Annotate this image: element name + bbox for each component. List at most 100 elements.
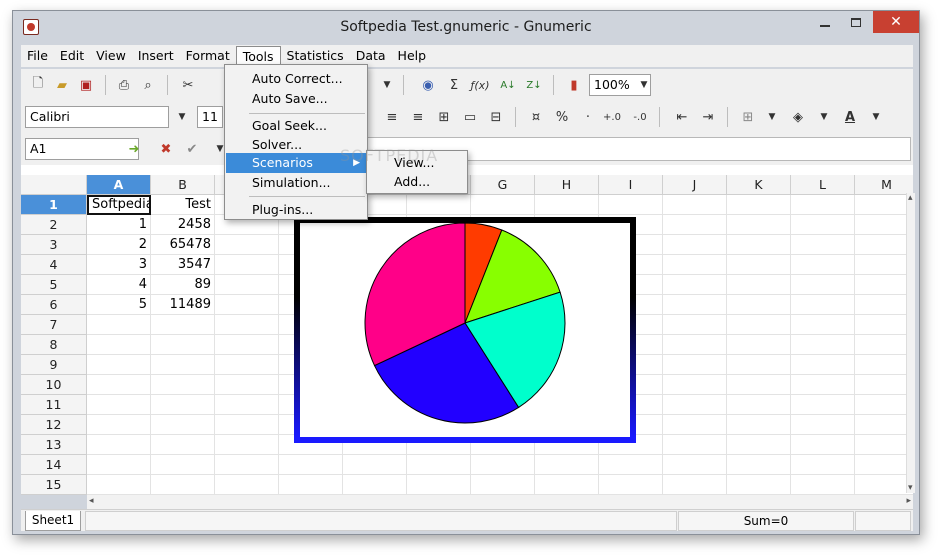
cell-a3[interactable]: 2 (87, 235, 151, 255)
cell-l2[interactable] (791, 215, 855, 235)
cell-c13[interactable] (215, 435, 279, 455)
cell-b4[interactable]: 3547 (151, 255, 215, 275)
cell-b11[interactable] (151, 395, 215, 415)
cell-k5[interactable] (727, 275, 791, 295)
cell-l7[interactable] (791, 315, 855, 335)
sort-ascending-icon[interactable]: A↓ (499, 76, 517, 94)
cell-l11[interactable] (791, 395, 855, 415)
cell-b12[interactable] (151, 415, 215, 435)
cell-c8[interactable] (215, 335, 279, 355)
cell-d14[interactable] (279, 455, 343, 475)
cell-j7[interactable] (663, 315, 727, 335)
cell-m2[interactable] (855, 215, 913, 235)
row-header-15[interactable]: 15 (21, 475, 87, 495)
font-color-dropdown-icon[interactable]: ▼ (867, 108, 885, 126)
row-header-11[interactable]: 11 (21, 395, 87, 415)
cell-f14[interactable] (407, 455, 471, 475)
cell-b1[interactable]: Test (151, 195, 215, 215)
cell-d15[interactable] (279, 475, 343, 495)
increase-indent-icon[interactable]: ⇥ (699, 108, 717, 126)
column-header-h[interactable]: H (535, 175, 599, 195)
cell-c3[interactable] (215, 235, 279, 255)
cancel-edit-icon[interactable]: ✖ (157, 140, 175, 158)
cell-f15[interactable] (407, 475, 471, 495)
align-left-icon[interactable]: ≡ (383, 108, 401, 126)
cell-l14[interactable] (791, 455, 855, 475)
spreadsheet-grid[interactable]: ABCDEFGHIJKLM 1SoftpediaTest212458326547… (21, 165, 913, 495)
cell-a1[interactable]: Softpedia (87, 195, 151, 215)
cell-j6[interactable] (663, 295, 727, 315)
cell-j10[interactable] (663, 375, 727, 395)
function-icon[interactable]: ƒ(x) (471, 76, 490, 94)
cell-g15[interactable] (471, 475, 535, 495)
insert-object-icon[interactable]: ◉ (419, 76, 437, 94)
currency-icon[interactable]: ¤ (527, 108, 545, 126)
cell-l4[interactable] (791, 255, 855, 275)
cell-m10[interactable] (855, 375, 913, 395)
cell-k11[interactable] (727, 395, 791, 415)
borders-icon[interactable]: ⊞ (739, 108, 757, 126)
cell-c5[interactable] (215, 275, 279, 295)
cell-j11[interactable] (663, 395, 727, 415)
sort-descending-icon[interactable]: Z↓ (525, 76, 543, 94)
close-button[interactable]: ✕ (873, 11, 919, 33)
cell-m6[interactable] (855, 295, 913, 315)
cell-m3[interactable] (855, 235, 913, 255)
cell-l8[interactable] (791, 335, 855, 355)
cell-c10[interactable] (215, 375, 279, 395)
cell-k15[interactable] (727, 475, 791, 495)
cell-e14[interactable] (343, 455, 407, 475)
column-header-a[interactable]: A (87, 175, 151, 195)
cell-m5[interactable] (855, 275, 913, 295)
accept-edit-icon[interactable]: ✔ (183, 140, 201, 158)
cell-b15[interactable] (151, 475, 215, 495)
center-across-icon[interactable]: ▭ (461, 108, 479, 126)
thousands-separator-icon[interactable]: · (579, 108, 597, 126)
print-preview-icon[interactable]: ⌕ (139, 76, 157, 94)
cell-a2[interactable]: 1 (87, 215, 151, 235)
cell-k12[interactable] (727, 415, 791, 435)
cell-j13[interactable] (663, 435, 727, 455)
cell-j15[interactable] (663, 475, 727, 495)
font-name-dropdown-icon[interactable]: ▼ (173, 108, 191, 126)
row-header-13[interactable]: 13 (21, 435, 87, 455)
cell-l6[interactable] (791, 295, 855, 315)
sum-icon[interactable]: Σ (445, 76, 463, 94)
chart-icon[interactable]: ▮ (565, 76, 583, 94)
cell-m9[interactable] (855, 355, 913, 375)
save-icon[interactable]: ▣ (77, 76, 95, 94)
cell-b10[interactable] (151, 375, 215, 395)
cell-l10[interactable] (791, 375, 855, 395)
cell-k6[interactable] (727, 295, 791, 315)
row-header-12[interactable]: 12 (21, 415, 87, 435)
menu-statistics[interactable]: Statistics (281, 46, 350, 66)
scroll-down-icon[interactable]: ▾ (908, 483, 913, 493)
menu-format[interactable]: Format (180, 46, 236, 66)
row-header-7[interactable]: 7 (21, 315, 87, 335)
percent-icon[interactable]: % (553, 108, 571, 126)
align-right-icon[interactable]: ≡ (409, 108, 427, 126)
split-cells-icon[interactable]: ⊟ (487, 108, 505, 126)
pie-chart[interactable] (294, 217, 636, 443)
borders-dropdown-icon[interactable]: ▼ (763, 108, 781, 126)
new-file-icon[interactable]: 🗋 (29, 76, 47, 94)
menu-scenario-add[interactable]: Add... (368, 172, 466, 192)
decrease-indent-icon[interactable]: ⇤ (673, 108, 691, 126)
horizontal-scrollbar[interactable]: ◂ ▸ (87, 495, 913, 509)
cell-k13[interactable] (727, 435, 791, 455)
font-name-combo[interactable]: Calibri (25, 106, 169, 128)
row-header-6[interactable]: 6 (21, 295, 87, 315)
cell-c12[interactable] (215, 415, 279, 435)
row-header-1[interactable]: 1 (21, 195, 87, 215)
cut-icon[interactable]: ✂ (179, 76, 197, 94)
menu-simulation[interactable]: Simulation... (226, 173, 366, 193)
cell-c4[interactable] (215, 255, 279, 275)
menu-file[interactable]: File (21, 46, 54, 66)
cell-m1[interactable] (855, 195, 913, 215)
cell-m13[interactable] (855, 435, 913, 455)
cell-a9[interactable] (87, 355, 151, 375)
row-header-10[interactable]: 10 (21, 375, 87, 395)
cell-j3[interactable] (663, 235, 727, 255)
menu-help[interactable]: Help (392, 46, 433, 66)
cell-m7[interactable] (855, 315, 913, 335)
